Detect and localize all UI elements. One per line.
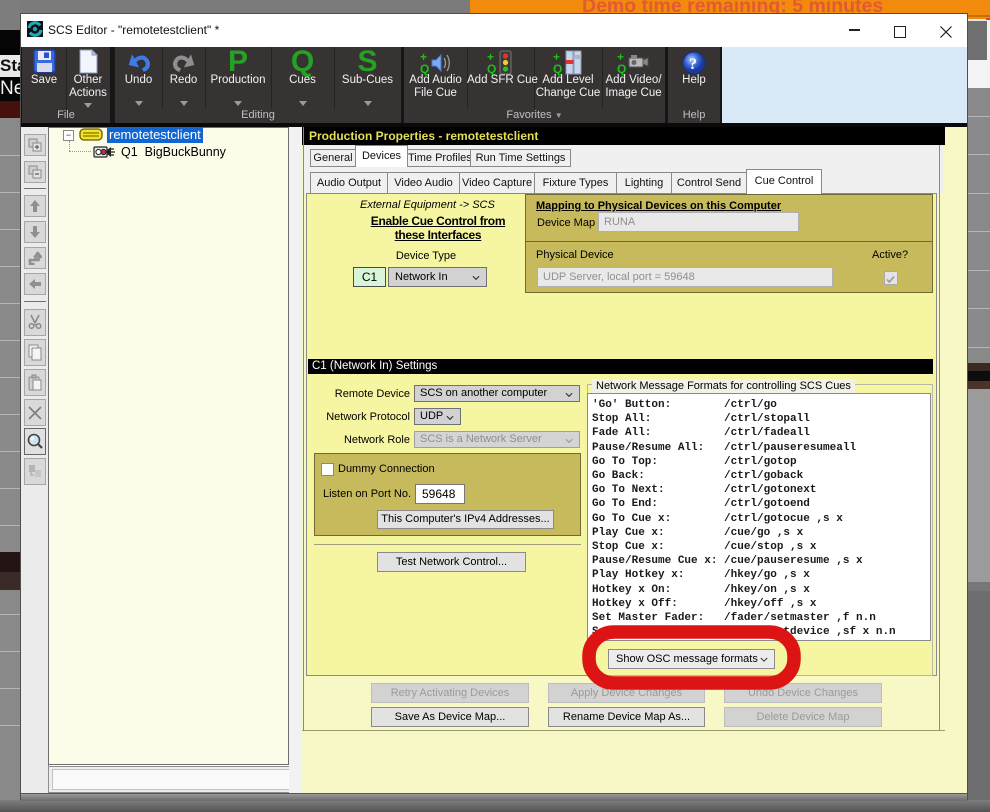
svg-text:?: ?: [689, 56, 697, 73]
